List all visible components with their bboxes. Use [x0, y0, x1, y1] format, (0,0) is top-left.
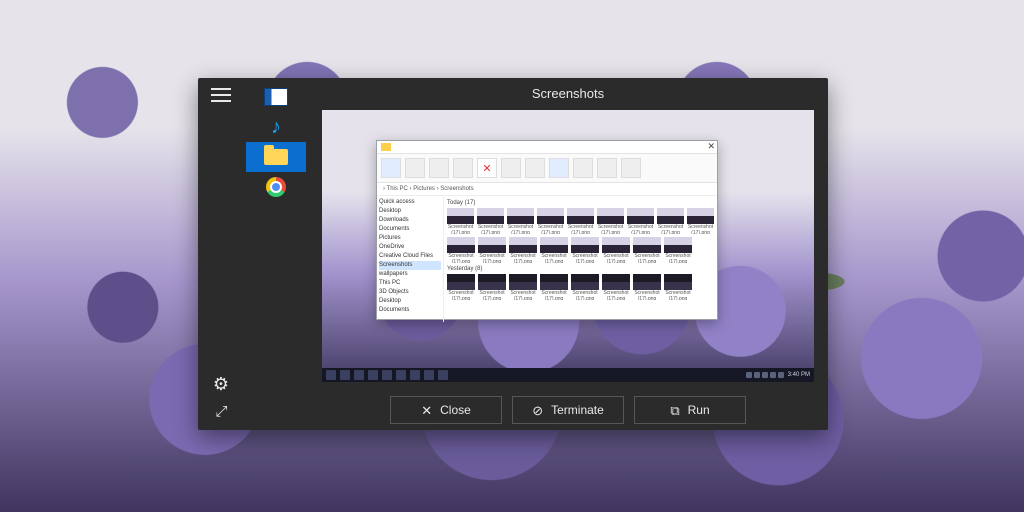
nav-item: Screenshots — [379, 261, 441, 270]
nav-item: Documents — [379, 306, 441, 315]
run-button-label: Run — [688, 403, 710, 417]
file-thumbnail: Screenshot (17).png — [509, 237, 537, 263]
taskbar-clock: 3:40 PM — [788, 372, 810, 378]
settings-gear-icon[interactable]: ⚙ — [213, 374, 229, 395]
rail-task-view[interactable] — [246, 82, 306, 112]
file-thumbnail: Screenshot (17).png — [633, 274, 661, 300]
file-thumbnail: Screenshot (17).png — [571, 237, 599, 263]
explorer-nav-pane: Quick accessDesktopDownloadsDocumentsPic… — [377, 196, 444, 322]
rail-file-explorer[interactable] — [246, 142, 306, 172]
file-thumbnail: Screenshot (17).png — [478, 274, 506, 300]
terminate-button[interactable]: ⊘ Terminate — [512, 396, 624, 424]
file-thumbnail: Screenshot (17).png — [571, 274, 599, 300]
x-icon: ✕ — [421, 404, 432, 417]
nav-item: 3D Objects — [379, 288, 441, 297]
folder-icon — [381, 143, 391, 151]
nav-item: Desktop — [379, 207, 441, 216]
nav-item: wallpapers — [379, 270, 441, 279]
explorer-address-bar: › This PC › Pictures › Screenshots — [377, 183, 717, 196]
file-thumbnail: Screenshot (17).png — [602, 274, 630, 300]
file-thumbnail: Screenshot (17).png — [540, 274, 568, 300]
nav-item: This PC — [379, 279, 441, 288]
explorer-window: ✕ › This PC › Pictures › Screenshots Qui… — [376, 140, 718, 320]
window-preview[interactable]: ✕ › This PC › Pictures › Screenshots Qui… — [322, 110, 814, 382]
start-icon — [326, 370, 336, 380]
file-thumbnail: Screenshot (17).png — [537, 208, 564, 234]
rail-chrome[interactable] — [246, 172, 306, 202]
nav-item: Desktop — [379, 297, 441, 306]
nav-item: Pictures — [379, 234, 441, 243]
panel-left-controls: ⚙ ⤢ — [198, 78, 244, 430]
task-view-icon — [264, 88, 288, 106]
file-thumbnail: Screenshot (17).png — [664, 237, 692, 263]
file-thumbnail: Screenshot (17).png — [478, 237, 506, 263]
file-thumbnail: Screenshot (17).png — [447, 208, 474, 234]
task-switcher-panel: ⚙ ⤢ ♪ Screenshots ✕ — [198, 78, 828, 430]
fullscreen-expand-icon[interactable]: ⤢ — [215, 403, 226, 420]
file-thumbnail: Screenshot (17).png — [627, 208, 654, 234]
rail-music[interactable]: ♪ — [246, 112, 306, 142]
file-thumbnail: Screenshot (17).png — [664, 274, 692, 300]
file-thumbnail: Screenshot (17).png — [657, 208, 684, 234]
file-thumbnail: Screenshot (17).png — [540, 237, 568, 263]
file-thumbnail: Screenshot (17).png — [687, 208, 714, 234]
run-icon: ⧉ — [670, 404, 679, 417]
hamburger-menu-icon[interactable] — [211, 88, 231, 102]
file-thumbnail: Screenshot (17).png — [567, 208, 594, 234]
file-thumbnail: Screenshot (17).png — [597, 208, 624, 234]
nav-item: Quick access — [379, 198, 441, 207]
music-note-icon: ♪ — [271, 117, 281, 137]
chrome-icon — [266, 177, 286, 197]
file-thumbnail: Screenshot (17).png — [509, 274, 537, 300]
panel-main: Screenshots ✕ › This PC › Pictures › Scr… — [308, 78, 828, 430]
preview-taskbar: 3:40 PM — [322, 368, 814, 382]
file-thumbnail: Screenshot (17).png — [447, 237, 475, 263]
file-thumbnail: Screenshot (17).png — [602, 237, 630, 263]
nav-item: OneDrive — [379, 243, 441, 252]
run-button[interactable]: ⧉ Run — [634, 396, 746, 424]
close-icon: ✕ — [707, 141, 715, 152]
system-tray: 3:40 PM — [746, 372, 810, 378]
folder-icon — [264, 149, 288, 165]
explorer-file-grid: Today (17)Screenshot (17).pngScreenshot … — [444, 196, 717, 322]
group-header: Yesterday (8) — [447, 266, 714, 272]
file-thumbnail: Screenshot (17).png — [477, 208, 504, 234]
terminate-button-label: Terminate — [551, 403, 604, 417]
close-button-label: Close — [440, 403, 471, 417]
file-thumbnail: Screenshot (17).png — [633, 237, 661, 263]
file-thumbnail: Screenshot (17).png — [507, 208, 534, 234]
nav-item: Downloads — [379, 216, 441, 225]
file-thumbnail: Screenshot (17).png — [447, 274, 475, 300]
prohibit-icon: ⊘ — [532, 404, 543, 417]
explorer-titlebar: ✕ — [377, 141, 717, 154]
nav-item: Documents — [379, 225, 441, 234]
close-button[interactable]: ✕ Close — [390, 396, 502, 424]
panel-footer: ✕ Close ⊘ Terminate ⧉ Run — [308, 390, 828, 430]
explorer-ribbon — [377, 154, 717, 183]
panel-title: Screenshots — [308, 78, 828, 108]
app-rail: ♪ — [244, 78, 308, 430]
group-header: Today (17) — [447, 200, 714, 206]
nav-item: Creative Cloud Files — [379, 252, 441, 261]
